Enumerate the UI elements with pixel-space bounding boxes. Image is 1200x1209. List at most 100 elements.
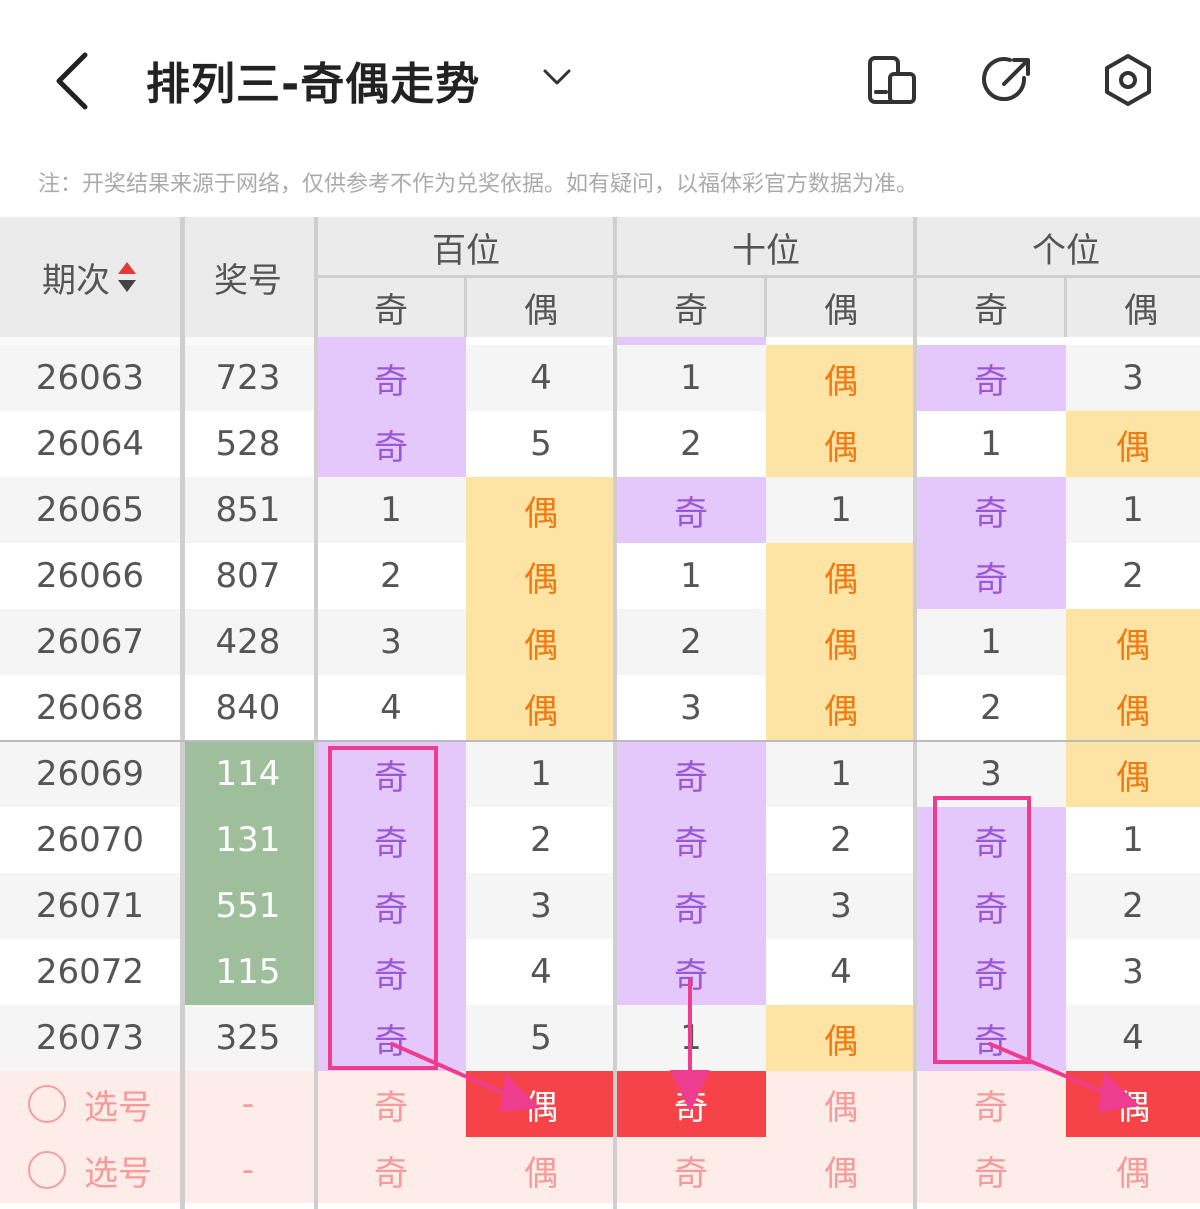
trend-cell: 4 [466, 939, 616, 1005]
winning-number: 325 [180, 1005, 316, 1071]
trend-cell: 偶 [466, 609, 616, 675]
issue-cell: 26072 [0, 939, 180, 1005]
trend-cell: 3 [1066, 345, 1200, 411]
trend-cell: 4 [1066, 1005, 1200, 1071]
trend-cell: 奇 [916, 477, 1066, 543]
trend-cell: 奇 [316, 1005, 466, 1071]
column-divider [913, 217, 917, 1209]
row-gap-cell [916, 337, 1066, 345]
page-title: 排列三-奇偶走势 [146, 59, 481, 110]
select-cell[interactable]: 偶 [466, 1137, 616, 1203]
trend-cell: 2 [316, 543, 466, 609]
trend-cell: 2 [766, 807, 916, 873]
trend-cell: 奇 [916, 543, 1066, 609]
trend-cell: 偶 [766, 411, 916, 477]
winning-number: 723 [180, 345, 316, 411]
winning-number: 840 [180, 675, 316, 741]
layout-switch-icon[interactable] [864, 52, 920, 108]
header-number: 奖号 [180, 217, 316, 337]
select-cell[interactable]: 偶 [1066, 1071, 1200, 1137]
select-cell[interactable]: 奇 [916, 1071, 1066, 1137]
trend-cell: 1 [316, 477, 466, 543]
trend-cell: 奇 [316, 873, 466, 939]
select-cell[interactable]: 奇 [616, 1071, 766, 1137]
trend-cell: 4 [316, 675, 466, 741]
winning-number: 807 [180, 543, 316, 609]
subcolumn-divider [464, 277, 467, 337]
trend-cell: 2 [616, 609, 766, 675]
trend-cell: 奇 [316, 741, 466, 807]
trend-cell: 偶 [466, 477, 616, 543]
select-row-label[interactable]: 选号 [0, 1137, 180, 1203]
app-header: 排列三-奇偶走势 [0, 0, 1200, 160]
share-icon[interactable] [980, 52, 1036, 108]
trend-cell: 1 [1066, 477, 1200, 543]
select-cell[interactable]: 偶 [766, 1071, 916, 1137]
trend-cell: 偶 [1066, 675, 1200, 741]
back-arrow-icon[interactable] [45, 45, 105, 115]
trend-cell: 偶 [466, 675, 616, 741]
trend-cell: 3 [1066, 939, 1200, 1005]
trend-cell: 1 [1066, 807, 1200, 873]
chevron-down-icon[interactable] [540, 62, 574, 92]
select-number: - [180, 1071, 316, 1137]
header-odd-1: 奇 [616, 277, 766, 337]
trend-cell: 1 [466, 741, 616, 807]
trend-cell: 偶 [1066, 741, 1200, 807]
issue-cell: 26070 [0, 807, 180, 873]
select-cell[interactable]: 奇 [916, 1137, 1066, 1203]
header-even-2: 偶 [1066, 277, 1200, 337]
trend-cell: 3 [766, 873, 916, 939]
select-radio-icon[interactable] [28, 1151, 66, 1189]
trend-cell: 2 [466, 807, 616, 873]
header-group-0: 百位 [316, 217, 616, 277]
select-cell[interactable]: 奇 [316, 1071, 466, 1137]
header-odd-2: 奇 [916, 277, 1066, 337]
trend-cell: 偶 [766, 675, 916, 741]
trend-cell: 奇 [316, 939, 466, 1005]
select-cell[interactable]: 偶 [466, 1071, 616, 1137]
issue-cell: 26071 [0, 873, 180, 939]
header-issue[interactable]: 期次 [0, 217, 180, 337]
header-group-2: 个位 [916, 217, 1200, 277]
trend-cell: 4 [466, 345, 616, 411]
trend-cell: 2 [616, 411, 766, 477]
issue-cell: 26066 [0, 543, 180, 609]
sort-icon[interactable] [116, 259, 138, 295]
trend-cell: 奇 [316, 807, 466, 873]
select-cell[interactable]: 奇 [316, 1137, 466, 1203]
select-label: 选号 [84, 1087, 152, 1128]
trend-cell: 3 [916, 741, 1066, 807]
trend-cell: 1 [916, 609, 1066, 675]
trend-cell: 偶 [766, 1005, 916, 1071]
winning-number: 428 [180, 609, 316, 675]
select-cell[interactable]: 偶 [766, 1137, 916, 1203]
trend-cell: 5 [466, 1005, 616, 1071]
select-row-label[interactable]: 选号 [0, 1071, 180, 1137]
winning-number: 528 [180, 411, 316, 477]
header-divider [316, 275, 1200, 278]
row-gap-cell [616, 337, 766, 345]
trend-cell: 奇 [916, 873, 1066, 939]
select-radio-icon[interactable] [28, 1085, 66, 1123]
trend-cell: 1 [616, 345, 766, 411]
select-cell[interactable]: 奇 [616, 1137, 766, 1203]
winning-number: 851 [180, 477, 316, 543]
select-number: - [180, 1137, 316, 1203]
row-gap-cell [316, 337, 466, 345]
header-even-0: 偶 [466, 277, 616, 337]
settings-icon[interactable] [1100, 52, 1156, 108]
trend-cell: 奇 [616, 873, 766, 939]
select-cell[interactable]: 偶 [1066, 1137, 1200, 1203]
trend-cell: 5 [466, 411, 616, 477]
trend-cell: 1 [616, 543, 766, 609]
row-gap-cell [1066, 337, 1200, 345]
issue-cell: 26065 [0, 477, 180, 543]
subcolumn-divider [1064, 277, 1067, 337]
subcolumn-divider [764, 277, 767, 337]
row-gap-cell [766, 337, 916, 345]
trend-cell: 1 [766, 477, 916, 543]
row-gap-cell [466, 337, 616, 345]
issue-cell: 26073 [0, 1005, 180, 1071]
issue-cell: 26068 [0, 675, 180, 741]
